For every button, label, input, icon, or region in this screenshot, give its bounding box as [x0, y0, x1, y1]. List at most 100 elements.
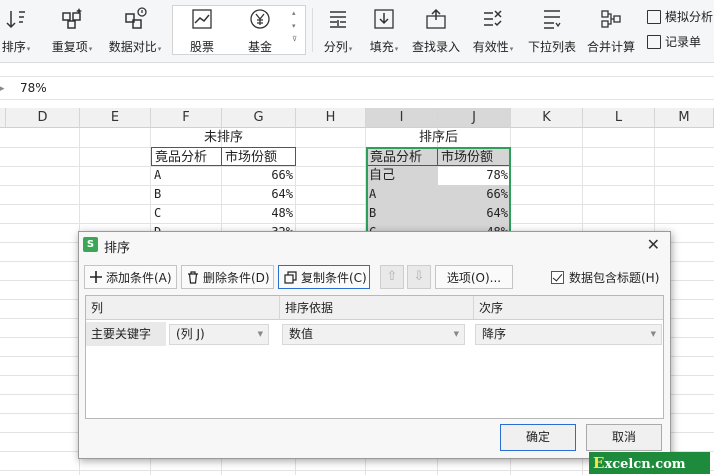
unsorted-header-name[interactable]: 竟品分析: [151, 147, 222, 166]
unsorted-title-cell[interactable]: 未排序: [151, 128, 296, 147]
duplicates-button[interactable]: 重复项▾: [48, 4, 96, 60]
validity-label: 有效性: [472, 40, 509, 54]
fill-label: 填充: [369, 40, 394, 54]
fill-button[interactable]: 填充▾: [364, 4, 404, 60]
plus-icon: [90, 271, 102, 283]
split-column-button[interactable]: 分列▾: [318, 4, 358, 60]
grid-line: [0, 223, 714, 224]
duplicates-icon: [59, 6, 85, 32]
gallery-scroll-arrows[interactable]: ▴ ▾ ⊽: [292, 7, 297, 46]
column-header-f[interactable]: F: [151, 108, 222, 128]
sort-basis-value: 数值: [289, 327, 314, 341]
yen-icon: [247, 6, 273, 32]
stock-chart-icon: [189, 6, 215, 32]
unsorted-name-cell[interactable]: B: [151, 185, 222, 204]
column-header-order: 次序: [474, 296, 663, 320]
column-header-i[interactable]: I: [366, 108, 438, 128]
copy-condition-label: 复制条件(C): [301, 270, 367, 285]
add-condition-label: 添加条件(A): [106, 270, 172, 285]
sort-conditions-table: 列 排序依据 次序 主要关键字 (列 J) ▼ 数值 ▼ 降序 ▼: [85, 295, 664, 419]
sort-order-select[interactable]: 降序 ▼: [475, 324, 662, 345]
chevron-down-icon: ▼: [257, 330, 263, 338]
options-button[interactable]: 选项(O)...: [435, 265, 513, 289]
column-header-h[interactable]: H: [296, 108, 366, 128]
merge-calc-button[interactable]: 合并计算: [584, 4, 638, 60]
dropdown-list-button[interactable]: 下拉列表: [526, 4, 578, 60]
key-column-value: (列 J): [176, 327, 205, 341]
watermark-text: xcelcn.com: [604, 457, 686, 472]
ok-button[interactable]: 确定: [500, 424, 576, 451]
sort-button[interactable]: 排序▾: [0, 4, 32, 60]
wps-sheet-icon: S: [83, 237, 98, 252]
unsorted-share-cell[interactable]: 66%: [222, 166, 296, 185]
fund-button[interactable]: 基金: [238, 4, 282, 60]
cancel-button[interactable]: 取消: [586, 424, 662, 451]
grid-line: [0, 185, 714, 186]
sort-icon: [3, 6, 29, 32]
add-condition-button[interactable]: 添加条件(A): [84, 265, 177, 289]
close-icon[interactable]: ✕: [647, 235, 660, 254]
unsorted-name-cell[interactable]: C: [151, 204, 222, 223]
delete-condition-button[interactable]: 删除条件(D): [181, 265, 274, 289]
dialog-title: 排序: [104, 241, 131, 256]
simulate-label: 模拟分析: [665, 10, 714, 24]
grid-line: [0, 204, 714, 205]
watermark-e: E: [593, 454, 605, 472]
copy-icon: [284, 270, 297, 284]
formula-value: 78%: [20, 81, 47, 95]
sorted-title-cell[interactable]: 排序后: [366, 128, 511, 147]
record-form-icon: [647, 34, 661, 49]
data-compare-label: 数据对比: [108, 40, 157, 54]
options-label: 选项(O)...: [446, 270, 502, 285]
sort-label: 排序: [1, 40, 26, 54]
expand-icon[interactable]: ▸: [0, 84, 5, 94]
merge-calc-label: 合并计算: [586, 40, 635, 54]
find-entry-icon: [423, 6, 449, 32]
fund-label: 基金: [247, 40, 272, 54]
dropdown-list-label: 下拉列表: [527, 40, 576, 54]
copy-condition-button[interactable]: 复制条件(C): [278, 265, 370, 289]
move-down-icon[interactable]: ⇩: [407, 265, 431, 289]
sort-basis-select[interactable]: 数值 ▼: [282, 324, 465, 345]
formula-bar[interactable]: ▸ 78%: [0, 76, 714, 100]
grid-line: [0, 147, 714, 148]
site-watermark: Excelcn.com: [589, 452, 710, 474]
merge-calc-icon: [598, 6, 624, 32]
stock-label: 股票: [189, 40, 214, 54]
find-entry-button[interactable]: 查找录入: [410, 4, 462, 60]
split-column-icon: [325, 6, 351, 32]
unsorted-name-cell[interactable]: A: [151, 166, 222, 185]
column-header-d[interactable]: D: [6, 108, 80, 128]
chevron-down-icon: ▼: [453, 330, 459, 338]
column-header-basis: 排序依据: [280, 296, 474, 320]
column-header-g[interactable]: G: [222, 108, 296, 128]
unsorted-header-share[interactable]: 市场份额: [221, 147, 296, 166]
sort-order-value: 降序: [482, 327, 507, 341]
header-checkbox[interactable]: 数据包含标题(H): [551, 269, 659, 286]
duplicates-label: 重复项: [51, 40, 88, 54]
header-checkbox-label: 数据包含标题(H): [569, 271, 660, 285]
data-compare-button[interactable]: 数据对比▾: [106, 4, 164, 60]
move-up-icon[interactable]: ⇧: [380, 265, 404, 289]
validity-button[interactable]: 有效性▾: [468, 4, 518, 60]
unsorted-share-cell[interactable]: 64%: [222, 185, 296, 204]
simulate-analysis-button[interactable]: 模拟分析: [647, 8, 713, 25]
stock-button[interactable]: 股票: [180, 4, 224, 60]
chevron-down-icon: ▼: [650, 330, 656, 338]
find-entry-label: 查找录入: [411, 40, 460, 54]
unsorted-share-cell[interactable]: 48%: [222, 204, 296, 223]
column-header-e[interactable]: E: [80, 108, 151, 128]
delete-condition-label: 删除条件(D): [203, 270, 270, 285]
column-header-m[interactable]: M: [655, 108, 714, 128]
selection-range: [366, 147, 511, 237]
split-column-label: 分列: [323, 40, 348, 54]
column-header-l[interactable]: L: [583, 108, 655, 128]
trash-icon: [187, 270, 199, 284]
key-column-select[interactable]: (列 J) ▼: [169, 324, 269, 345]
column-header-j[interactable]: J: [438, 108, 511, 128]
simulate-icon: [647, 9, 661, 24]
column-header-k[interactable]: K: [511, 108, 583, 128]
sort-dialog: S 排序 ✕ 添加条件(A) 删除条件(D) 复制条件(C) ⇧ ⇩ 选项(O)…: [78, 231, 671, 459]
record-form-button[interactable]: 记录单: [647, 33, 701, 50]
dialog-title-bar[interactable]: S 排序 ✕: [79, 232, 670, 258]
